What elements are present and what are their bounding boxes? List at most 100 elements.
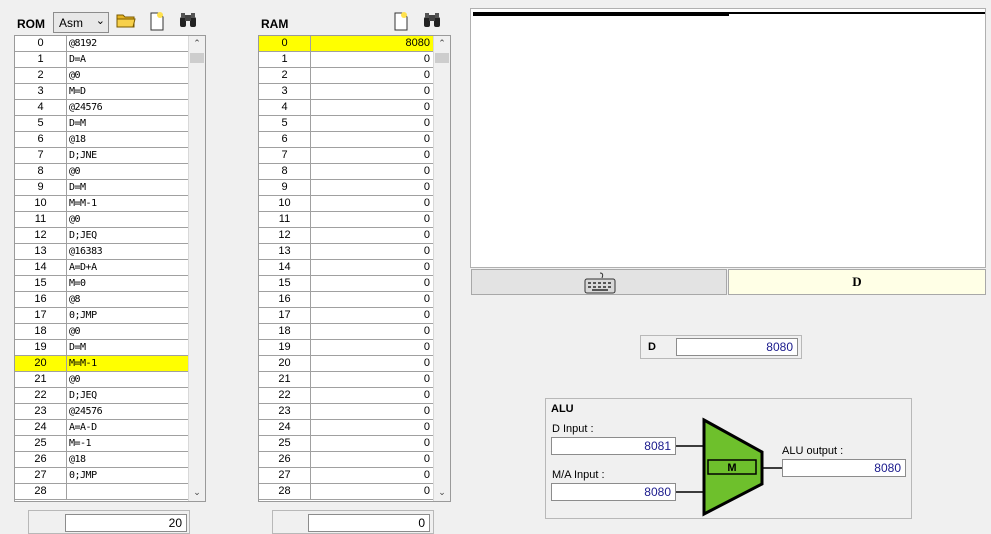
rom-row-instruction[interactable]: D;JEQ: [67, 228, 188, 243]
folder-open-icon[interactable]: [115, 11, 137, 33]
ram-row-value[interactable]: 0: [311, 116, 433, 131]
ram-row[interactable]: 23 0: [259, 404, 433, 420]
rom-row[interactable]: 5 D=M: [15, 116, 188, 132]
ram-row[interactable]: 27 0: [259, 468, 433, 484]
ram-row-value[interactable]: 0: [311, 196, 433, 211]
rom-row-instruction[interactable]: @0: [67, 372, 188, 387]
rom-row-instruction[interactable]: D;JNE: [67, 148, 188, 163]
rom-row[interactable]: 23 @24576: [15, 404, 188, 420]
a-field[interactable]: 0: [308, 514, 430, 532]
rom-row-instruction[interactable]: @8: [67, 292, 188, 307]
ram-row-value[interactable]: 0: [311, 244, 433, 259]
rom-row-instruction[interactable]: 0;JMP: [67, 468, 188, 483]
binoculars-icon[interactable]: [177, 11, 199, 33]
ram-scroll-thumb[interactable]: [435, 53, 449, 63]
new-file-icon[interactable]: [390, 11, 412, 33]
ram-row[interactable]: 16 0: [259, 292, 433, 308]
rom-row-instruction[interactable]: @0: [67, 68, 188, 83]
rom-row[interactable]: 13 @16383: [15, 244, 188, 260]
ram-row[interactable]: 11 0: [259, 212, 433, 228]
rom-row-instruction[interactable]: M=D: [67, 84, 188, 99]
ram-row-value[interactable]: 0: [311, 68, 433, 83]
rom-row[interactable]: 12 D;JEQ: [15, 228, 188, 244]
ram-row[interactable]: 14 0: [259, 260, 433, 276]
rom-row[interactable]: 26 @18: [15, 452, 188, 468]
rom-row-instruction[interactable]: @18: [67, 452, 188, 467]
ram-row-value[interactable]: 0: [311, 132, 433, 147]
rom-scroll-thumb[interactable]: [190, 53, 204, 63]
rom-row[interactable]: 20 M=M-1: [15, 356, 188, 372]
ram-row-value[interactable]: 0: [311, 52, 433, 67]
ram-row[interactable]: 60: [259, 132, 433, 148]
ram-row[interactable]: 90: [259, 180, 433, 196]
ram-row[interactable]: 70: [259, 148, 433, 164]
rom-row-instruction[interactable]: M=M-1: [67, 196, 188, 211]
rom-table[interactable]: 0 @8192 1 D=A 2 @0 3 M=D 4 @24576 5 D=M 6 @18 7 D;JNE 8 @…: [14, 35, 206, 502]
rom-row[interactable]: 9 D=M: [15, 180, 188, 196]
ram-row-value[interactable]: 8080: [311, 36, 433, 51]
scroll-up-icon[interactable]: ⌃: [434, 36, 450, 52]
rom-row-instruction[interactable]: D=M: [67, 116, 188, 131]
binoculars-icon[interactable]: [421, 11, 443, 33]
keyboard-button[interactable]: [471, 269, 727, 295]
rom-row-instruction[interactable]: [67, 484, 188, 499]
ram-row-value[interactable]: 0: [311, 388, 433, 403]
rom-row-instruction[interactable]: 0;JMP: [67, 308, 188, 323]
rom-row-instruction[interactable]: @24576: [67, 404, 188, 419]
rom-row[interactable]: 15 M=0: [15, 276, 188, 292]
rom-row-instruction[interactable]: D=M: [67, 340, 188, 355]
rom-row[interactable]: 16 @8: [15, 292, 188, 308]
rom-row-instruction[interactable]: A=A-D: [67, 420, 188, 435]
ram-row[interactable]: 25 0: [259, 436, 433, 452]
scroll-down-icon[interactable]: ⌄: [434, 485, 450, 501]
ram-row-value[interactable]: 0: [311, 84, 433, 99]
ram-row-value[interactable]: 0: [311, 484, 433, 499]
rom-row-instruction[interactable]: M=M-1: [67, 356, 188, 371]
ram-row[interactable]: 40: [259, 100, 433, 116]
ram-row-value[interactable]: 0: [311, 308, 433, 323]
ram-row[interactable]: 10: [259, 52, 433, 68]
rom-row-instruction[interactable]: D;JEQ: [67, 388, 188, 403]
scroll-up-icon[interactable]: ⌃: [189, 36, 205, 52]
rom-row[interactable]: 28: [15, 484, 188, 500]
ram-row-value[interactable]: 0: [311, 228, 433, 243]
ram-row-value[interactable]: 0: [311, 452, 433, 467]
rom-row-instruction[interactable]: A=D+A: [67, 260, 188, 275]
rom-row[interactable]: 11 @0: [15, 212, 188, 228]
ram-row[interactable]: 28 0: [259, 484, 433, 500]
rom-row-instruction[interactable]: @8192: [67, 36, 188, 51]
ram-row[interactable]: 18 0: [259, 324, 433, 340]
rom-row[interactable]: 0 @8192: [15, 36, 188, 52]
new-file-icon[interactable]: [146, 11, 168, 33]
ram-row[interactable]: 12 0: [259, 228, 433, 244]
rom-row[interactable]: 17 0;JMP: [15, 308, 188, 324]
ram-row[interactable]: 13 0: [259, 244, 433, 260]
ram-row[interactable]: 15 0: [259, 276, 433, 292]
ram-scrollbar[interactable]: ⌃ ⌄: [433, 36, 450, 501]
ram-row[interactable]: 17 0: [259, 308, 433, 324]
ram-row-value[interactable]: 0: [311, 276, 433, 291]
rom-row-instruction[interactable]: D=A: [67, 52, 188, 67]
scroll-down-icon[interactable]: ⌄: [189, 485, 205, 501]
ram-row-value[interactable]: 0: [311, 404, 433, 419]
rom-row-instruction[interactable]: D=M: [67, 180, 188, 195]
ram-row-value[interactable]: 0: [311, 148, 433, 163]
ram-row[interactable]: 10 0: [259, 196, 433, 212]
rom-row[interactable]: 22 D;JEQ: [15, 388, 188, 404]
ram-row[interactable]: 30: [259, 84, 433, 100]
rom-row[interactable]: 8 @0: [15, 164, 188, 180]
rom-row[interactable]: 18 @0: [15, 324, 188, 340]
rom-row-instruction[interactable]: M=0: [67, 276, 188, 291]
rom-row-instruction[interactable]: @16383: [67, 244, 188, 259]
ram-row[interactable]: 50: [259, 116, 433, 132]
rom-row[interactable]: 25 M=-1: [15, 436, 188, 452]
rom-row-instruction[interactable]: @0: [67, 212, 188, 227]
rom-row[interactable]: 4 @24576: [15, 100, 188, 116]
ram-row[interactable]: 80: [259, 164, 433, 180]
rom-row[interactable]: 10 M=M-1: [15, 196, 188, 212]
rom-row[interactable]: 3 M=D: [15, 84, 188, 100]
rom-row[interactable]: 27 0;JMP: [15, 468, 188, 484]
ram-row-value[interactable]: 0: [311, 356, 433, 371]
d-field[interactable]: 8080: [676, 338, 798, 356]
ram-row[interactable]: 20 0: [259, 356, 433, 372]
